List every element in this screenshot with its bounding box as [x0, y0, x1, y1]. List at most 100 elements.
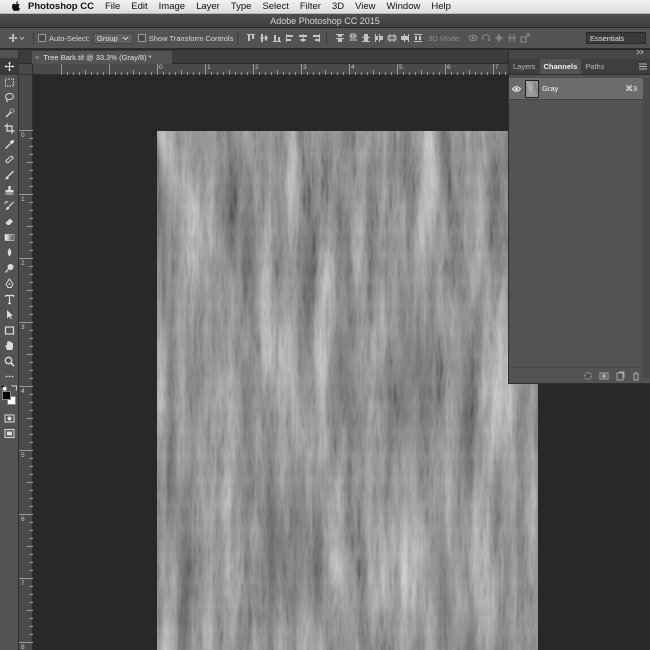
clone-stamp-tool-icon[interactable]: [0, 183, 19, 199]
align-hcenter-icon[interactable]: [298, 33, 308, 43]
eyedropper-tool-icon[interactable]: [0, 137, 19, 153]
show-transform-checkbox[interactable]: [137, 34, 146, 42]
tab-paths[interactable]: Paths: [581, 59, 608, 74]
gradient-tool-icon[interactable]: [0, 230, 19, 246]
menu-help[interactable]: Help: [431, 1, 451, 12]
save-selection-channel-icon[interactable]: [599, 371, 609, 381]
quick-mask-icon[interactable]: [0, 411, 19, 427]
crop-tool-icon[interactable]: [0, 121, 19, 137]
rectangle-tool-icon[interactable]: [0, 323, 19, 339]
3d-roll-icon[interactable]: [481, 33, 491, 43]
load-channel-selection-icon[interactable]: [583, 371, 593, 381]
vertical-ruler[interactable]: 0 1 2 3 4 5 6 7 8: [19, 75, 33, 650]
marquee-tool-icon[interactable]: [0, 75, 19, 91]
menu-type[interactable]: Type: [231, 1, 252, 12]
screen-mode-icon[interactable]: [0, 426, 19, 442]
3d-orbit-icon[interactable]: [468, 33, 478, 43]
align-left-icon[interactable]: [285, 33, 295, 43]
document-tab-title: Tree Bark.tif @ 33.3% (Gray/8) *: [43, 53, 152, 62]
zoom-tool-icon[interactable]: [0, 354, 19, 370]
ruler-minor-tick: [175, 72, 176, 75]
menu-view[interactable]: View: [355, 1, 375, 12]
ruler-minor-tick: [97, 72, 98, 75]
align-bottom-icon[interactable]: [272, 33, 282, 43]
distribute-right-icon[interactable]: [400, 33, 410, 43]
menu-window[interactable]: Window: [387, 1, 421, 12]
brush-tool-icon[interactable]: [0, 168, 19, 184]
menu-select[interactable]: Select: [262, 1, 288, 12]
menu-edit[interactable]: Edit: [131, 1, 147, 12]
align-vcenter-icon[interactable]: [259, 33, 269, 43]
ruler-label: 3: [21, 324, 25, 331]
align-top-icon[interactable]: [246, 33, 256, 43]
document-tab[interactable]: × Tree Bark.tif @ 33.3% (Gray/8) *: [32, 51, 172, 64]
distribute-left-icon[interactable]: [374, 33, 384, 43]
move-tool-preset-icon[interactable]: [5, 31, 29, 46]
channel-row-gray[interactable]: Gray ⌘3: [509, 78, 643, 100]
3d-mode-buttons: [467, 33, 532, 43]
distribute-vcenter-icon[interactable]: [348, 33, 358, 43]
ruler-origin[interactable]: [19, 64, 33, 75]
window-title: Adobe Photoshop CC 2015: [270, 15, 380, 26]
eraser-tool-icon[interactable]: [0, 214, 19, 230]
horizontal-ruler[interactable]: 0 1 2 3 4 5 6 7: [33, 64, 508, 75]
ruler-label: 2: [21, 260, 25, 267]
ruler-minor-tick: [67, 72, 68, 75]
ruler-minor-tick: [403, 72, 404, 75]
panel-menu-icon[interactable]: [639, 63, 647, 70]
auto-align-icon[interactable]: [413, 33, 423, 43]
ruler-minor-tick: [409, 72, 410, 75]
tools-collapse-bar[interactable]: [0, 50, 18, 59]
ruler-minor-tick: [115, 72, 116, 75]
menu-filter[interactable]: Filter: [300, 1, 321, 12]
menu-3d[interactable]: 3D: [332, 1, 344, 12]
tab-layers[interactable]: Layers: [509, 59, 540, 74]
ruler-minor-tick: [145, 72, 146, 75]
3d-pan-icon[interactable]: [494, 33, 504, 43]
3d-scale-icon[interactable]: [520, 33, 530, 43]
auto-select-dropdown[interactable]: Group: [92, 32, 133, 44]
tools-panel: [0, 50, 19, 650]
swap-colors-icon[interactable]: [11, 384, 18, 391]
align-right-icon[interactable]: [311, 33, 321, 43]
history-brush-tool-icon[interactable]: [0, 199, 19, 215]
lasso-tool-icon[interactable]: [0, 90, 19, 106]
ruler-major-tick: [493, 64, 494, 75]
distribute-top-icon[interactable]: [335, 33, 345, 43]
menu-image[interactable]: Image: [159, 1, 185, 12]
close-icon[interactable]: ×: [35, 53, 39, 62]
distribute-bottom-icon[interactable]: [361, 33, 371, 43]
menu-app-name[interactable]: Photoshop CC: [28, 1, 94, 12]
panel-collapse-icon[interactable]: [636, 49, 644, 57]
auto-select-value: Group: [96, 33, 118, 43]
type-tool-icon[interactable]: [0, 292, 19, 308]
auto-select-checkbox[interactable]: [38, 34, 46, 42]
pen-tool-icon[interactable]: [0, 276, 19, 292]
panel-collapse-bar[interactable]: [509, 49, 650, 59]
ruler-minor-tick: [277, 70, 278, 75]
tree-bark-image[interactable]: [157, 131, 538, 650]
distribute-hcenter-icon[interactable]: [387, 33, 397, 43]
new-channel-icon[interactable]: [615, 371, 625, 381]
ruler-minor-tick: [73, 72, 74, 75]
more-tools-icon[interactable]: [0, 369, 19, 385]
workspace-switcher[interactable]: Essentials: [586, 32, 646, 44]
delete-channel-icon[interactable]: [631, 371, 641, 381]
hand-tool-icon[interactable]: [0, 338, 19, 354]
ruler-minor-tick: [103, 72, 104, 75]
panel-scrollbar[interactable]: [642, 78, 650, 378]
eye-icon[interactable]: [509, 85, 523, 92]
blur-tool-icon[interactable]: [0, 245, 19, 261]
foreground-color-swatch[interactable]: [2, 390, 11, 400]
ruler-minor-tick: [319, 72, 320, 75]
healing-brush-tool-icon[interactable]: [0, 152, 19, 168]
dodge-tool-icon[interactable]: [0, 261, 19, 277]
tab-channels[interactable]: Channels: [539, 59, 582, 74]
path-selection-tool-icon[interactable]: [0, 307, 19, 323]
menu-file[interactable]: File: [105, 1, 120, 12]
move-tool-icon[interactable]: [0, 59, 19, 75]
apple-icon[interactable]: [10, 1, 22, 13]
3d-slide-icon[interactable]: [507, 33, 517, 43]
menu-layer[interactable]: Layer: [196, 1, 220, 12]
quick-selection-tool-icon[interactable]: [0, 106, 19, 122]
